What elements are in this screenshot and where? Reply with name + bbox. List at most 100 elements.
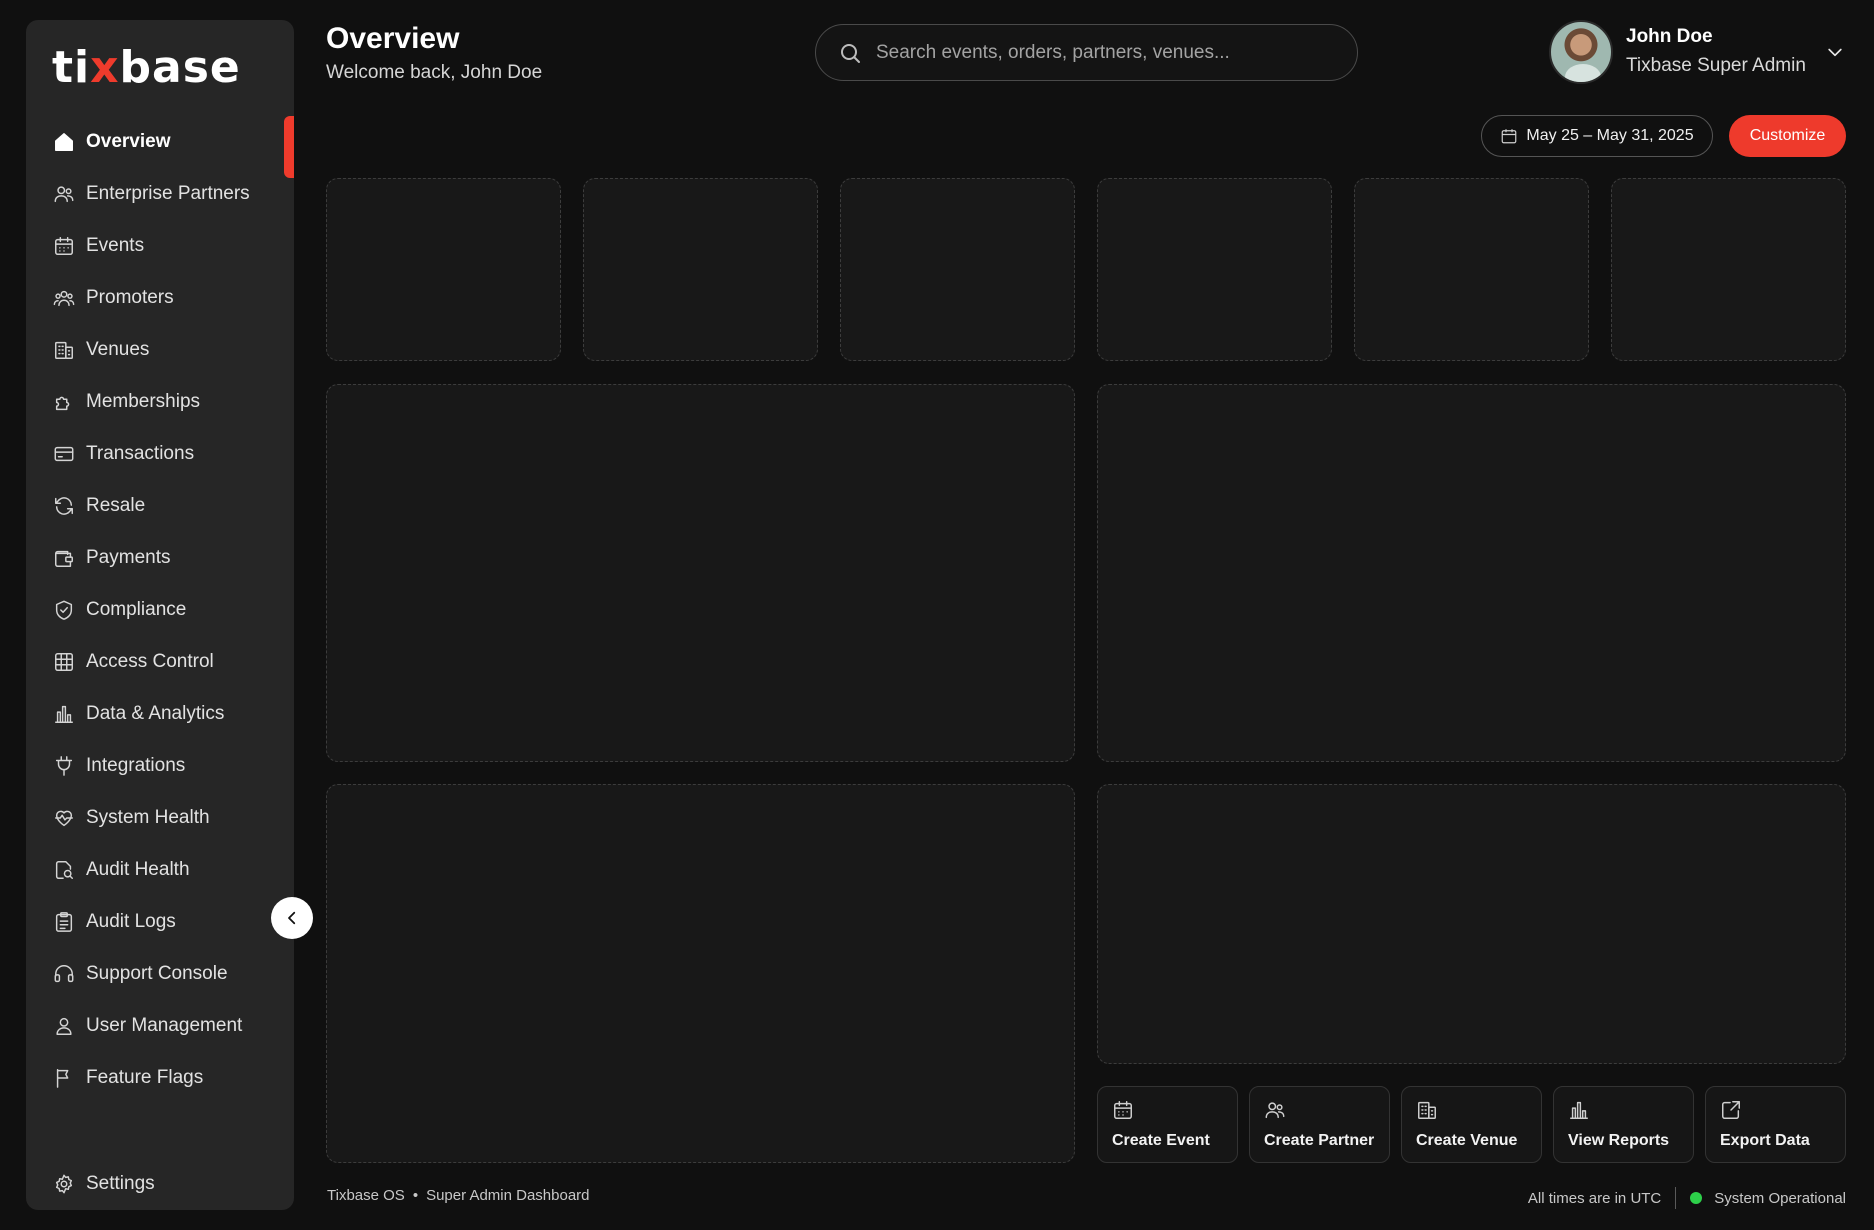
export-data-button[interactable]: Export Data [1705,1086,1846,1163]
sidebar-item-label: Events [86,235,145,256]
panel-placeholder [1097,784,1846,1064]
kpi-card-placeholder [840,178,1075,361]
sidebar-item-resale[interactable]: Resale [26,480,294,532]
quick-action-label: Create Venue [1416,1132,1518,1149]
sidebar-item-support-console[interactable]: Support Console [26,948,294,1000]
sidebar-item-events[interactable]: Events [26,220,294,272]
sidebar-item-label: Transactions [86,443,195,464]
create-partner-button[interactable]: Create Partner [1249,1086,1390,1163]
footer-right: All times are in UTC System Operational [1528,1187,1846,1209]
sidebar-item-payments[interactable]: Payments [26,532,294,584]
sidebar-item-label: Support Console [86,963,228,984]
puzzle-icon [52,390,76,414]
user-name: John Doe [1626,26,1713,47]
user-menu-toggle[interactable] [1825,42,1845,67]
sidebar-item-access-control[interactable]: Access Control [26,636,294,688]
plug-icon [52,754,76,778]
sidebar-item-integrations[interactable]: Integrations [26,740,294,792]
sidebar: tixbase Overview Enterprise Partners Eve… [26,20,294,1210]
kpi-card-placeholder [326,178,561,361]
refresh-icon [52,494,76,518]
footer-dashboard: Super Admin Dashboard [426,1187,590,1204]
sidebar-item-venues[interactable]: Venues [26,324,294,376]
view-reports-button[interactable]: View Reports [1553,1086,1694,1163]
user-icon [52,1014,76,1038]
date-range-picker[interactable]: May 25 – May 31, 2025 [1481,115,1713,157]
sidebar-item-label: Venues [86,339,150,360]
clipboard-icon [52,910,76,934]
create-venue-button[interactable]: Create Venue [1401,1086,1542,1163]
timezone-note: All times are in UTC [1527,1189,1662,1207]
footer-product: Tixbase OS [327,1187,405,1204]
sidebar-nav: Overview Enterprise Partners Events Prom… [26,116,294,1104]
kpi-card-placeholder [1097,178,1332,361]
system-status: System Operational [1714,1189,1846,1207]
tixbase-logo[interactable]: tixbase [52,42,241,93]
avatar[interactable] [1549,20,1613,84]
sidebar-item-label: Promoters [86,287,174,308]
grid-globe-icon [52,650,76,674]
date-range-label: May 25 – May 31, 2025 [1526,127,1694,144]
footer-divider [1675,1187,1677,1209]
bar-chart-icon [1568,1099,1592,1123]
search-bar[interactable] [815,24,1358,81]
gear-icon [52,1172,76,1196]
sidebar-item-audit-logs[interactable]: Audit Logs [26,896,294,948]
sidebar-settings: Settings [26,1158,294,1210]
kpi-card-placeholder [1611,178,1846,361]
sidebar-item-label: User Management [86,1015,243,1036]
sidebar-item-data-analytics[interactable]: Data & Analytics [26,688,294,740]
footer-left: Tixbase OS • Super Admin Dashboard [327,1187,590,1204]
sidebar-item-label: Feature Flags [86,1067,204,1088]
shield-check-icon [52,598,76,622]
panel-placeholder [1097,384,1846,762]
sidebar-item-label: Access Control [86,651,214,672]
chevron-down-icon [1828,48,1842,57]
sidebar-item-promoters[interactable]: Promoters [26,272,294,324]
page-title: Overview [326,22,460,55]
user-role: Tixbase Super Admin [1626,55,1806,76]
calendar-icon [52,234,76,258]
quick-action-label: Create Partner [1264,1132,1375,1149]
create-event-button[interactable]: Create Event [1097,1086,1238,1163]
sidebar-item-compliance[interactable]: Compliance [26,584,294,636]
search-input[interactable] [876,41,1336,64]
search-doc-icon [52,858,76,882]
sidebar-item-transactions[interactable]: Transactions [26,428,294,480]
sidebar-item-label: Resale [86,495,146,516]
sidebar-item-feature-flags[interactable]: Feature Flags [26,1052,294,1104]
search-icon [841,43,860,63]
heart-pulse-icon [52,806,76,830]
sidebar-item-user-management[interactable]: User Management [26,1000,294,1052]
panel-placeholder [326,784,1075,1163]
collapse-sidebar-button[interactable] [271,897,313,939]
building-icon [52,338,76,362]
sidebar-item-label: Integrations [86,755,186,776]
kpi-card-placeholder [1354,178,1589,361]
headset-icon [52,962,76,986]
sidebar-item-settings[interactable]: Settings [26,1158,294,1210]
sidebar-item-audit-health[interactable]: Audit Health [26,844,294,896]
flag-icon [52,1066,76,1090]
sidebar-item-enterprise-partners[interactable]: Enterprise Partners [26,168,294,220]
sidebar-item-system-health[interactable]: System Health [26,792,294,844]
user-group-icon [52,286,76,310]
card-icon [52,442,76,466]
footer-separator-dot: • [412,1187,419,1204]
kpi-card-placeholder [583,178,818,361]
bar-chart-icon [52,702,76,726]
export-icon [1720,1099,1744,1123]
users-icon [52,182,76,206]
customize-button[interactable]: Customize [1729,115,1846,157]
sidebar-item-memberships[interactable]: Memberships [26,376,294,428]
wallet-icon [52,546,76,570]
home-icon [52,130,76,154]
sidebar-item-label: Enterprise Partners [86,183,250,204]
sidebar-item-label: Compliance [86,599,187,620]
quick-action-label: Create Event [1112,1132,1210,1149]
quick-action-label: View Reports [1568,1132,1670,1149]
sidebar-item-overview[interactable]: Overview [26,116,294,178]
sidebar-item-label: System Health [86,807,210,828]
sidebar-item-label: Settings [86,1173,155,1194]
panel-placeholder [326,384,1075,762]
